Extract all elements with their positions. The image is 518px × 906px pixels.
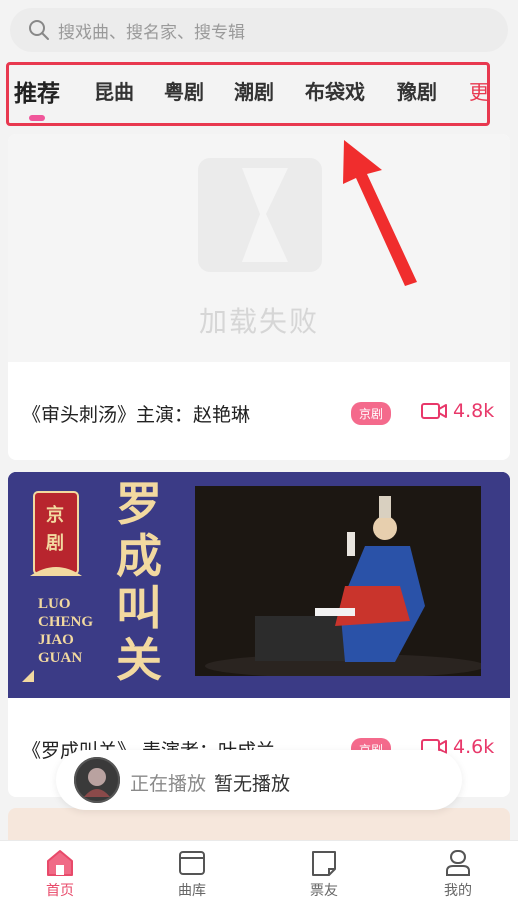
player-status: 正在播放 (130, 773, 207, 795)
poster-pinyin-2: CHENG (38, 614, 94, 630)
broken-image-icon (198, 158, 322, 272)
nav-library[interactable]: 曲库 (152, 849, 232, 900)
poster-pinyin-4: GUAN (38, 650, 83, 666)
poster-pinyin-3: JIAO (38, 632, 74, 648)
tab-kunqu[interactable]: 昆曲 (94, 76, 134, 105)
video-poster: 京剧 LUO CHENG JIAO GUAN 罗成叫关 (8, 472, 510, 698)
view-count-value: 4.6k (453, 736, 495, 758)
nav-community[interactable]: 票友 (284, 849, 364, 900)
nav-profile-label: 我的 (444, 883, 472, 899)
nav-home-label: 首页 (46, 883, 74, 899)
image-load-failed-text: 加载失败 (198, 305, 319, 338)
video-card[interactable]: 加载失败 《审头刺汤》主演：赵艳琳 京剧 4.8k (8, 134, 510, 460)
tab-more[interactable]: 更多 (469, 76, 487, 105)
home-icon (47, 850, 73, 876)
library-icon (179, 851, 205, 875)
poster-pinyin-1: LUO (38, 596, 71, 612)
active-tab-indicator (29, 115, 45, 121)
nav-library-label: 曲库 (178, 883, 206, 899)
tab-budaixi[interactable]: 布袋戏 (305, 76, 365, 105)
genre-badge: 京剧 (351, 402, 392, 425)
player-track: 暂无播放 (214, 773, 291, 795)
view-count-value: 4.8k (453, 400, 495, 422)
community-icon (312, 851, 336, 876)
performer-figure (195, 486, 485, 678)
view-count: 4.8k (421, 400, 494, 422)
poster-calligraphy-title: 罗成叫关 (116, 477, 162, 687)
performance-photo (195, 486, 485, 678)
tab-chaoju[interactable]: 潮剧 (234, 76, 274, 105)
now-playing-avatar (74, 757, 120, 803)
video-camera-icon (421, 403, 447, 419)
tab-yuju[interactable]: 豫剧 (397, 76, 437, 105)
bottom-navigation: 首页 曲库 票友 我的 (0, 840, 518, 906)
search-placeholder: 搜戏曲、搜名家、搜专辑 (58, 22, 245, 43)
tab-yueju[interactable]: 粤剧 (164, 76, 204, 105)
mini-player[interactable]: 正在播放 暂无播放 (56, 750, 462, 810)
tab-recommend[interactable]: 推荐 (14, 74, 60, 108)
profile-icon (446, 850, 470, 876)
video-title: 《审头刺汤》主演：赵艳琳 (22, 404, 251, 426)
nav-profile[interactable]: 我的 (418, 849, 498, 900)
annotation-arrow (343, 140, 417, 286)
search-bar[interactable]: 搜戏曲、搜名家、搜专辑 (10, 8, 508, 52)
video-card[interactable]: 京剧 LUO CHENG JIAO GUAN 罗成叫关 《罗成叫关》 表演者：叶… (8, 472, 510, 797)
nav-home[interactable]: 首页 (20, 849, 100, 900)
image-placeholder: 加载失败 (8, 134, 510, 362)
performer-thumbnail-icon (74, 757, 120, 803)
nav-community-label: 票友 (310, 883, 338, 899)
search-icon (29, 20, 49, 40)
poster-badge: 京剧 (46, 505, 64, 554)
category-tabs: 推荐 昆曲 粤剧 潮剧 布袋戏 豫剧 更多 (6, 62, 490, 126)
